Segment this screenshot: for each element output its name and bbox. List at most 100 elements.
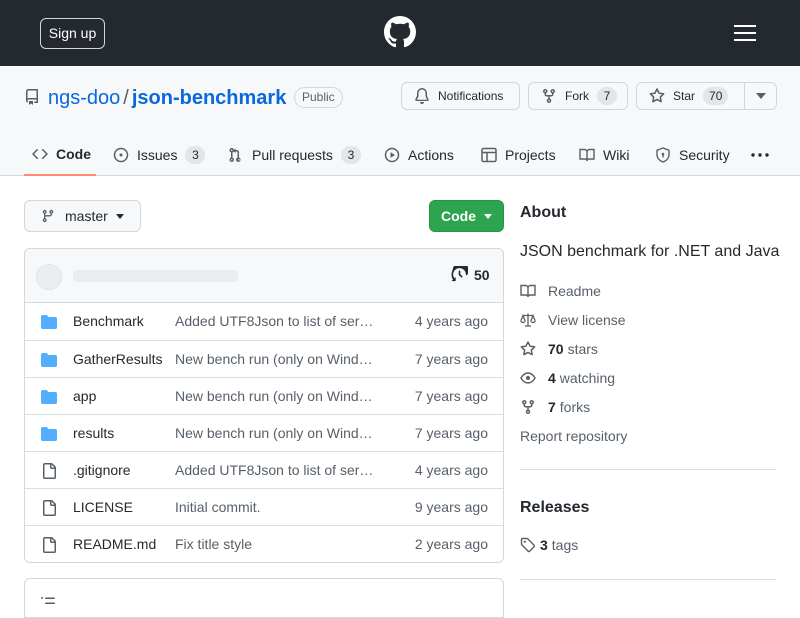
readme-panel: [24, 578, 504, 618]
site-header: Sign up: [0, 0, 800, 66]
triangle-down-icon: [755, 93, 766, 99]
file-icon: [41, 500, 57, 516]
commit-message-link[interactable]: Fix title style: [175, 536, 375, 552]
fork-icon: [520, 399, 536, 415]
star-lists-dropdown[interactable]: [744, 82, 777, 110]
triangle-down-icon: [484, 213, 492, 219]
commit-message-link[interactable]: New bench run (only on Windows): [175, 425, 375, 441]
bell-icon: [414, 88, 430, 104]
code-icon: [32, 146, 48, 162]
hamburger-menu-icon[interactable]: [734, 24, 756, 42]
folder-icon: [41, 352, 57, 368]
watchers-link[interactable]: 4 watching: [520, 368, 615, 388]
tab-pull-requests[interactable]: Pull requests 3: [228, 133, 361, 176]
watching-label: watching: [559, 370, 616, 386]
file-icon: [41, 463, 57, 479]
law-icon: [520, 312, 536, 328]
file-icon: [41, 537, 57, 553]
license-link[interactable]: View license: [520, 310, 626, 330]
commit-message-link[interactable]: Added UTF8Json to list of serializers: [175, 462, 375, 478]
star-label: Star: [673, 89, 696, 103]
stars-label: stars: [567, 341, 598, 357]
stars-link[interactable]: 70 stars: [520, 339, 598, 359]
commit-age: 2 years ago: [414, 536, 488, 552]
tab-actions[interactable]: Actions: [384, 133, 454, 176]
branch-name: master: [65, 208, 108, 224]
sign-up-button[interactable]: Sign up: [40, 18, 105, 49]
tab-code[interactable]: Code: [24, 133, 96, 176]
visibility-badge: Public: [294, 87, 343, 108]
tab-projects-label: Projects: [505, 146, 556, 163]
readme-label: Readme: [548, 283, 601, 299]
folder-icon: [41, 426, 57, 442]
file-name-link[interactable]: README.md: [73, 536, 156, 552]
file-row[interactable]: app New bench run (only on Windows) 7 year…: [25, 377, 503, 414]
commit-age: 4 years ago: [414, 462, 488, 478]
play-icon: [384, 147, 400, 163]
file-row[interactable]: README.md Fix title style 2 years ago: [25, 525, 503, 562]
file-name-link[interactable]: app: [73, 388, 96, 404]
forks-link[interactable]: 7 forks: [520, 397, 590, 417]
tab-security[interactable]: Security: [655, 133, 730, 176]
branch-selector[interactable]: master: [24, 200, 141, 232]
file-browser: 50 Benchmark Added UTF8Json to list of se…: [24, 248, 504, 563]
commit-message-link[interactable]: New bench run (only on Windows): [175, 351, 375, 367]
file-row[interactable]: results New bench run (only on Windows) 7 …: [25, 414, 503, 451]
commit-age: 7 years ago: [414, 425, 488, 441]
git-pull-request-icon: [228, 147, 244, 163]
readme-link[interactable]: Readme: [520, 281, 601, 301]
file-name-link[interactable]: results: [73, 425, 114, 441]
folder-icon: [41, 314, 57, 330]
repo-owner-link[interactable]: ngs-doo: [48, 87, 120, 109]
sidebar-divider: [520, 469, 776, 470]
tab-projects[interactable]: Projects: [481, 133, 556, 176]
commit-message-link[interactable]: Initial commit.: [175, 499, 375, 515]
repo-title: ngs-doo / json-benchmark: [48, 87, 286, 110]
star-button[interactable]: Star 70: [636, 82, 745, 110]
notifications-label: Notifications: [438, 89, 504, 103]
notifications-button[interactable]: Notifications: [401, 82, 520, 110]
code-button-label: Code: [441, 208, 476, 224]
tags-label: tags: [551, 537, 579, 553]
file-row[interactable]: GatherResults New bench run (only on Wind…: [25, 340, 503, 377]
repo-name-link[interactable]: json-benchmark: [132, 87, 286, 109]
table-icon: [481, 147, 497, 163]
triangle-down-icon: [115, 213, 124, 219]
kebab-horizontal-icon: [751, 152, 769, 157]
releases-heading[interactable]: Releases: [520, 499, 589, 517]
file-row[interactable]: .gitignore Added UTF8Json to list of seri…: [25, 451, 503, 488]
file-name-link[interactable]: .gitignore: [73, 462, 131, 478]
tags-count: 3: [540, 537, 548, 553]
report-repository-link[interactable]: Report repository: [520, 428, 627, 444]
commit-count: 50: [474, 266, 490, 283]
repo-description: JSON benchmark for .NET and Java: [520, 243, 780, 260]
avatar-placeholder: [36, 264, 62, 290]
tag-icon: [520, 537, 536, 553]
tab-issues-count: 3: [185, 145, 206, 164]
eye-icon: [520, 370, 536, 386]
latest-commit-bar: 50: [25, 249, 503, 303]
book-icon: [520, 283, 536, 299]
git-branch-icon: [41, 208, 55, 224]
tab-wiki-label: Wiki: [603, 146, 630, 163]
fork-button[interactable]: Fork 7: [528, 82, 628, 110]
list-unordered-icon[interactable]: [40, 595, 56, 611]
code-dropdown-button[interactable]: Code: [429, 200, 504, 232]
tab-wiki[interactable]: Wiki: [579, 133, 629, 176]
more-tabs-button[interactable]: [751, 133, 769, 176]
github-logo-icon[interactable]: [384, 16, 416, 48]
file-name-link[interactable]: Benchmark: [73, 313, 144, 329]
file-name-link[interactable]: LICENSE: [73, 499, 133, 515]
sidebar-divider: [520, 579, 776, 580]
forks-label: forks: [559, 399, 591, 415]
commit-history-link[interactable]: 50: [451, 266, 490, 283]
commit-message-link[interactable]: New bench run (only on Windows): [175, 388, 375, 404]
tab-issues[interactable]: Issues 3: [113, 133, 206, 176]
history-icon: [451, 266, 468, 283]
star-icon: [649, 88, 665, 104]
file-name-link[interactable]: GatherResults: [73, 351, 162, 367]
file-row[interactable]: LICENSE Initial commit. 9 years ago: [25, 488, 503, 525]
file-row[interactable]: Benchmark Added UTF8Json to list of seria…: [25, 303, 503, 340]
commit-message-link[interactable]: Added UTF8Json to list of serializers: [175, 313, 375, 329]
tags-link[interactable]: 3 tags: [520, 537, 578, 553]
